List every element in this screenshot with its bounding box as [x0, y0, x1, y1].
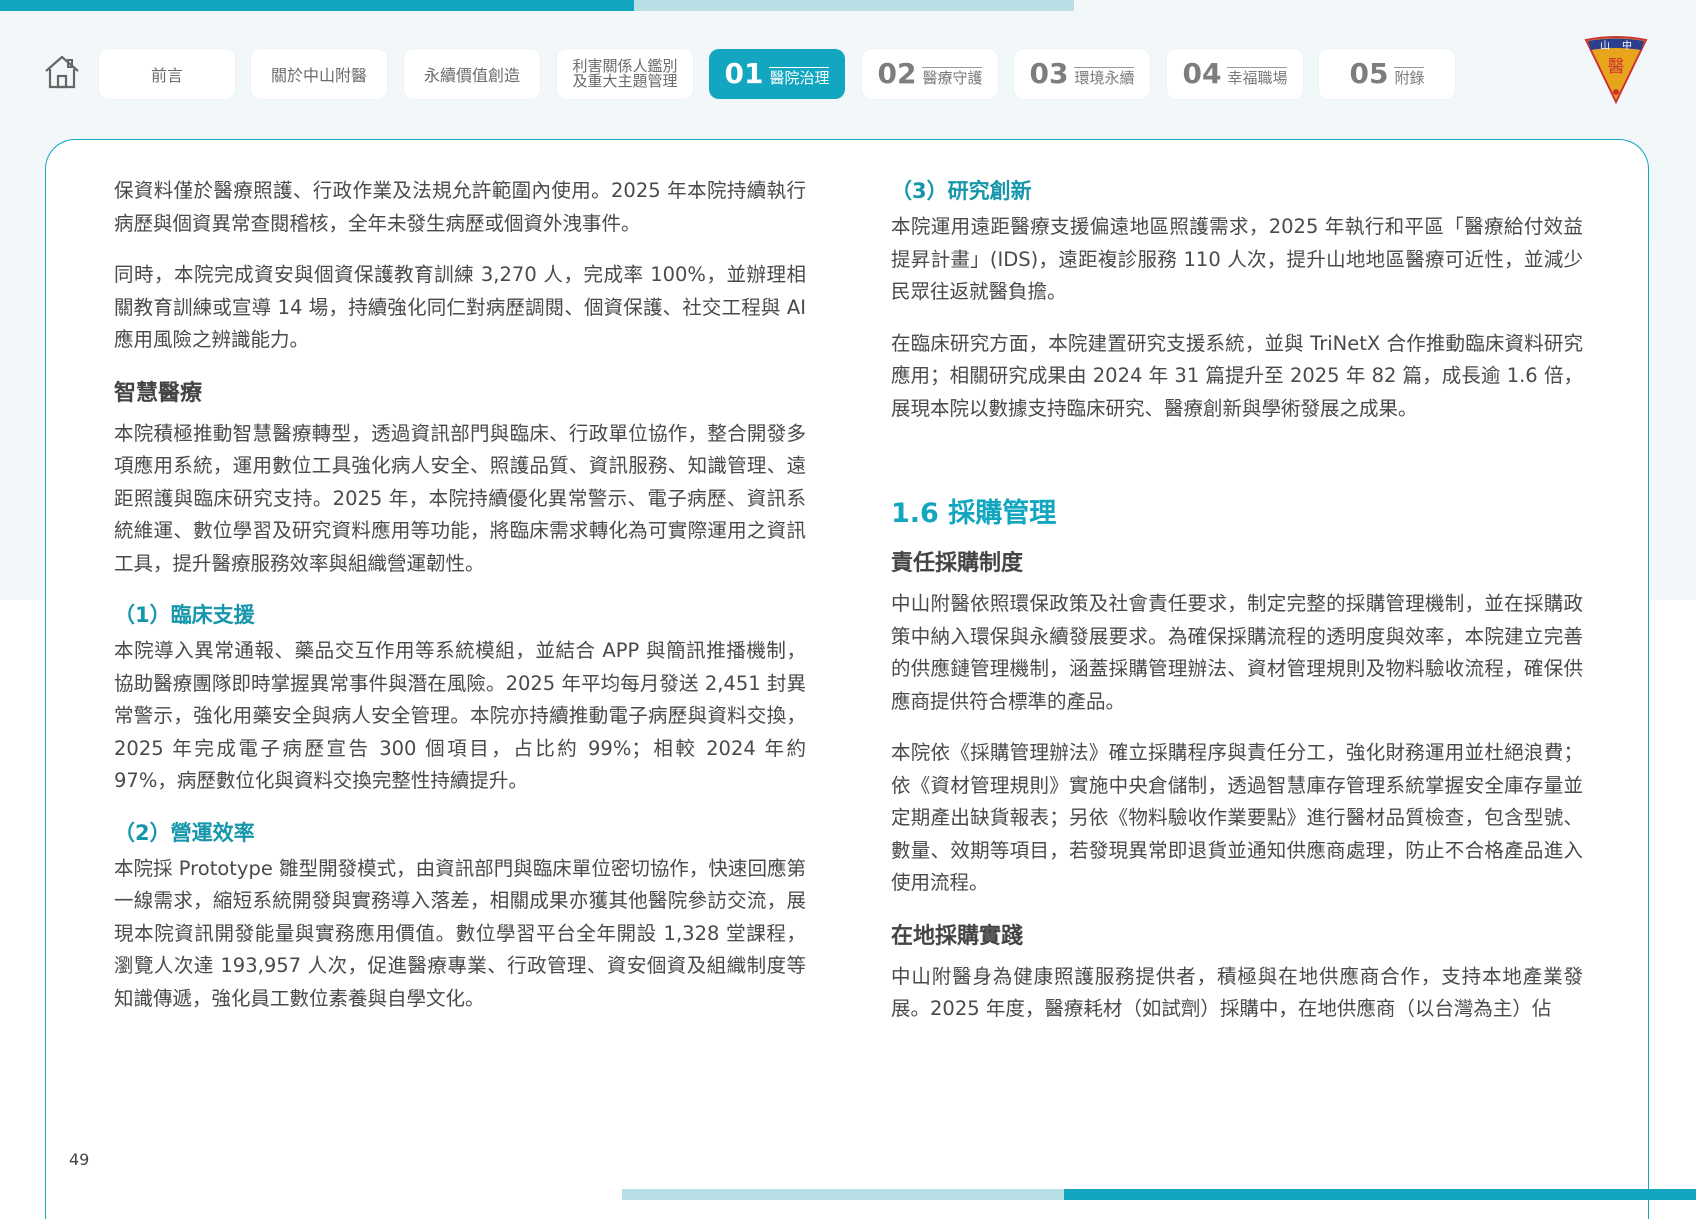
hospital-logo: 山 中 醫: [1583, 36, 1649, 106]
paragraph: 在臨床研究方面，本院建置研究支援系統，並與 TriNetX 合作推動臨床資料研究…: [891, 331, 1583, 420]
tab-label: 關於中山附醫: [270, 66, 367, 85]
tab-label: 前言: [150, 66, 183, 85]
tab-label: 醫療守護: [922, 66, 983, 87]
top-accent-bar-dark: [0, 0, 634, 11]
paragraph: 本院積極推動智慧醫療轉型，透過資訊部門與臨床、行政單位協作，整合開發多項應用系統…: [114, 421, 806, 575]
bottom-accent-bar-dark: [1064, 1189, 1696, 1200]
paragraph: 中山附醫依照環保政策及社會責任要求，制定完整的採購管理機制，並在採購政策中納入環…: [891, 592, 1583, 713]
heading-research-innovation: （3）研究創新: [891, 179, 1032, 203]
tab-governance[interactable]: 01 醫院治理: [709, 49, 845, 99]
paragraph: 本院運用遠距醫療支援偏遠地區照護需求，2025 年執行和平區「醫療給付效益提昇計…: [891, 215, 1583, 303]
tab-about[interactable]: 關於中山附醫: [251, 49, 387, 99]
top-accent-bar-light: [634, 0, 1074, 11]
tab-care[interactable]: 02 醫療守護: [862, 49, 998, 99]
tab-number: 04: [1182, 57, 1222, 90]
paragraph: 同時，本院完成資安與個資保護教育訓練 3,270 人，完成率 100%，並辦理相…: [114, 263, 806, 351]
tab-label: 幸福職場: [1227, 66, 1288, 87]
side-background-right: [1651, 240, 1696, 600]
tab-label: 環境永續: [1074, 66, 1135, 87]
tab-number: 01: [724, 57, 764, 90]
home-icon[interactable]: [42, 52, 82, 92]
tab-label: 附錄: [1394, 66, 1425, 87]
tab-label: 永續價值創造: [423, 66, 520, 85]
paragraph: 本院導入異常通報、藥品交互作用等系統模組，並結合 APP 與簡訊推播機制，協助醫…: [114, 639, 806, 792]
tab-environment[interactable]: 03 環境永續: [1014, 49, 1150, 99]
subheading-local-procurement: 在地採購實踐: [891, 923, 1024, 949]
bottom-accent-bar-light: [622, 1189, 1064, 1200]
section-title-procurement: 1.6 採購管理: [891, 498, 1057, 529]
tab-sustainable-value[interactable]: 永續價值創造: [404, 49, 540, 99]
tab-appendix[interactable]: 05 附錄: [1319, 49, 1455, 99]
paragraph: 中山附醫身為健康照護服務提供者，積極與在地供應商合作，支持本地產業發展。2025…: [891, 964, 1583, 1021]
tab-workplace[interactable]: 04 幸福職場: [1167, 49, 1303, 99]
tab-preface[interactable]: 前言: [99, 49, 235, 99]
tab-number: 05: [1349, 57, 1389, 90]
subheading-smart-healthcare: 智慧醫療: [114, 380, 203, 406]
paragraph: 本院採 Prototype 雛型開發模式，由資訊部門與臨床單位密切協作，快速回應…: [114, 856, 806, 1010]
tab-number: 02: [877, 57, 917, 90]
tab-stakeholders[interactable]: 利害關係人鑑別 及重大主題管理: [557, 49, 693, 99]
heading-operational-efficiency: （2）營運效率: [114, 820, 255, 845]
tab-label: 醫院治理: [769, 66, 830, 87]
subheading-responsible-procurement: 責任採購制度: [891, 551, 1024, 576]
tab-number: 03: [1029, 57, 1069, 90]
svg-text:中: 中: [1622, 39, 1632, 52]
svg-text:山: 山: [1600, 40, 1610, 52]
right-column: （3）研究創新 本院運用遠距醫療支援偏遠地區照護需求，2025 年執行和平區「醫…: [891, 175, 1583, 1045]
svg-text:醫: 醫: [1608, 57, 1625, 77]
page-number: 49: [69, 1150, 90, 1169]
side-background-left: [0, 240, 45, 600]
left-column: 保資料僅於醫療照護、行政作業及法規允許範圍內使用。2025 年本院持續執行病歷與…: [114, 175, 806, 1034]
paragraph: 本院依《採購管理辦法》確立採購程序與責任分工，強化財務運用並杜絕浪費；依《資材管…: [891, 741, 1583, 894]
heading-clinical-support: （1）臨床支援: [114, 603, 255, 627]
tab-label-line2: 及重大主題管理: [572, 72, 678, 90]
paragraph: 保資料僅於醫療照護、行政作業及法規允許範圍內使用。2025 年本院持續執行病歷與…: [114, 179, 806, 235]
